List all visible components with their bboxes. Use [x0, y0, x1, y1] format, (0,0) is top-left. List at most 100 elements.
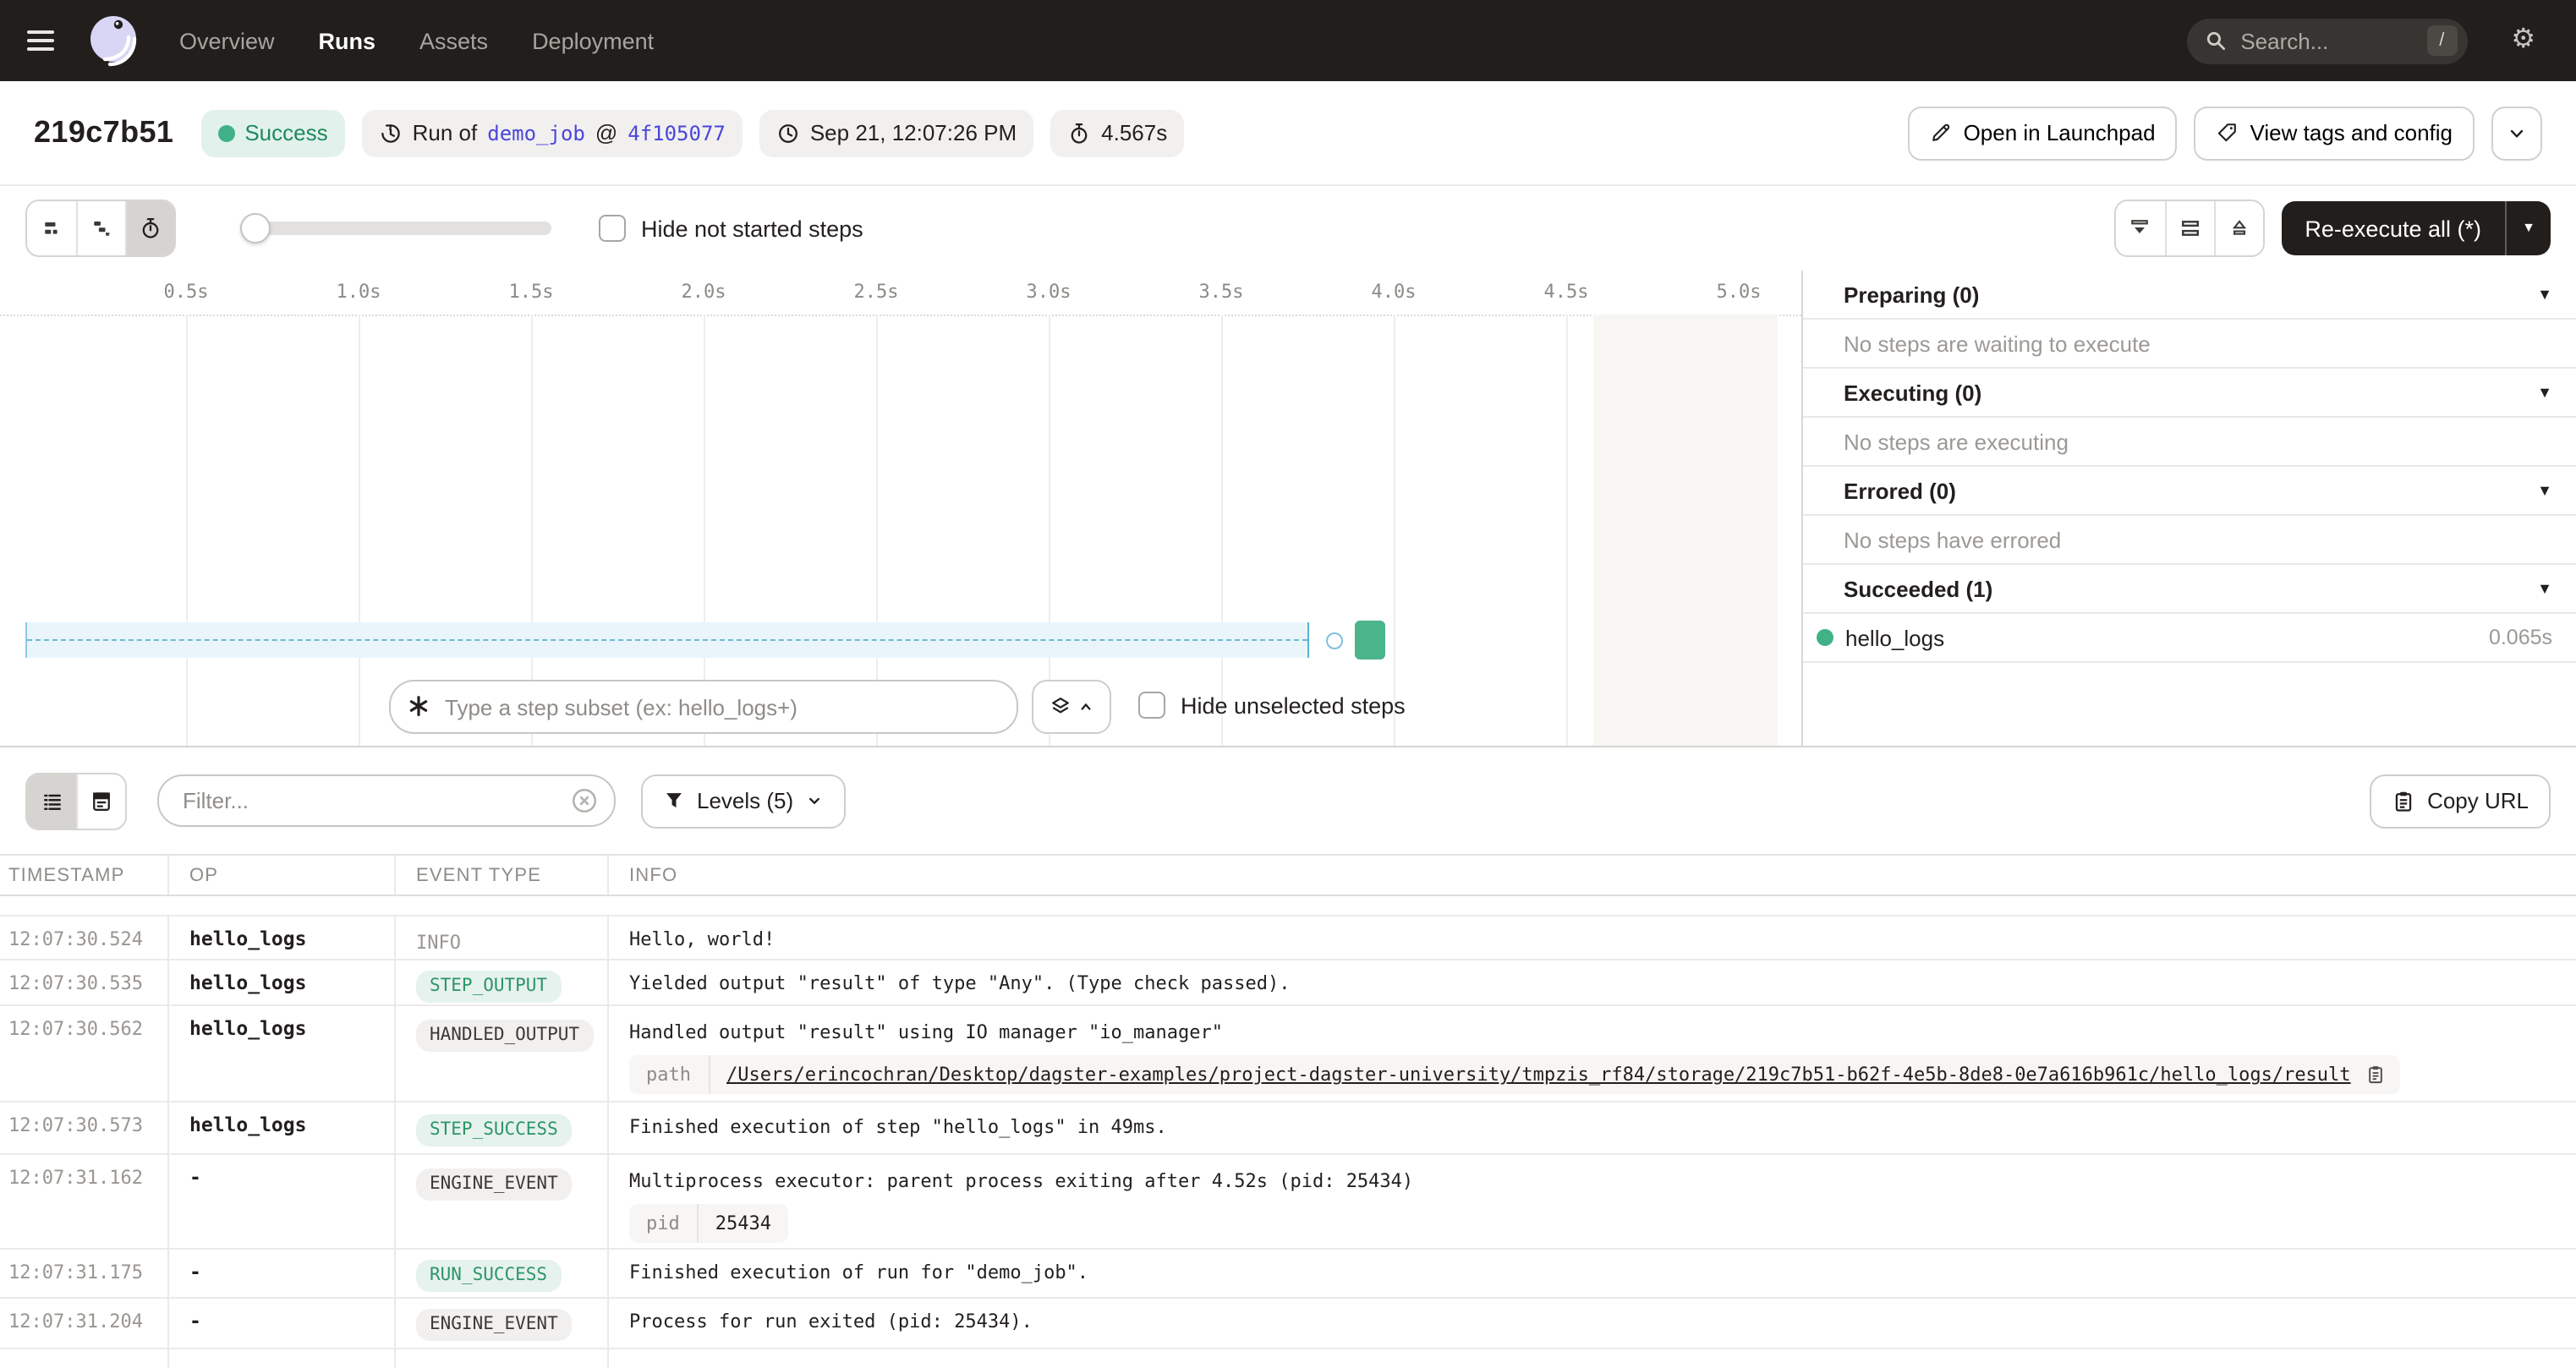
log-op[interactable]: hello_logs: [169, 960, 396, 1004]
copy-path-icon[interactable]: [2358, 1064, 2400, 1086]
log-row-partial: [0, 1349, 2576, 1368]
clock-icon: [776, 121, 800, 145]
step-status-panel: Preparing (0)▼ No steps are waiting to e…: [1801, 271, 2576, 746]
collapse-bottom-panel-icon[interactable]: [2115, 201, 2164, 255]
view-tags-config-button[interactable]: View tags and config: [2195, 106, 2475, 160]
search-input[interactable]: [2240, 28, 2426, 53]
header-more-actions-button[interactable]: [2491, 106, 2542, 160]
step-subset-row: Hide unselected steps: [0, 680, 1801, 734]
step-duration: 0.065s: [2489, 626, 2552, 649]
axis-tick: 5.0s: [1717, 281, 1762, 303]
log-row[interactable]: 12:07:30.524 hello_logs INFO Hello, worl…: [0, 917, 2576, 960]
log-row[interactable]: STEP_START Started execution of step "he…: [0, 896, 2576, 917]
hide-unselected-checkbox[interactable]: [1138, 692, 1165, 719]
open-in-launchpad-button[interactable]: Open in Launchpad: [1908, 106, 2178, 160]
step-subset-input[interactable]: [389, 680, 1018, 734]
graph-query-toggle-button[interactable]: [1032, 680, 1111, 734]
dagster-logo-icon[interactable]: [85, 12, 142, 69]
gantt-toolbar: Hide not started steps Re-execute all (*…: [0, 186, 2576, 271]
funnel-icon: [663, 790, 685, 812]
split-panels-icon[interactable]: [2164, 201, 2213, 255]
snapshot-link[interactable]: 4f105077: [628, 121, 726, 145]
metadata-path-link[interactable]: /Users/erincochran/Desktop/dagster-examp…: [710, 1055, 2358, 1094]
log-info: Yielded output "result" of type "Any". (…: [609, 960, 2576, 1004]
step-bar-hello-logs[interactable]: [1355, 621, 1385, 659]
log-timestamp: 12:07:30.562: [0, 1006, 169, 1101]
chevron-down-icon: [2507, 123, 2527, 143]
gear-icon[interactable]: ⚙: [2511, 27, 2535, 54]
log-row[interactable]: 12:07:31.175 - RUN_SUCCESS Finished exec…: [0, 1250, 2576, 1299]
metadata-key: path: [629, 1055, 710, 1094]
timed-view-icon[interactable]: [125, 201, 174, 255]
expand-bottom-panel-icon[interactable]: [2213, 201, 2262, 255]
log-op[interactable]: hello_logs: [169, 1103, 396, 1153]
hide-not-started-checkbox-row[interactable]: Hide not started steps: [599, 215, 863, 242]
copy-url-button[interactable]: Copy URL: [2370, 774, 2551, 828]
log-filter-input[interactable]: [157, 774, 616, 827]
log-row[interactable]: 12:07:30.535 hello_logs STEP_OUTPUT Yiel…: [0, 960, 2576, 1006]
zoom-slider[interactable]: [240, 213, 551, 244]
waterfall-view-icon[interactable]: [76, 201, 125, 255]
flat-view-icon[interactable]: [27, 201, 76, 255]
step-success-dot-icon: [1817, 629, 1833, 646]
history-icon: [379, 121, 403, 145]
reexecute-options-caret[interactable]: ▼: [2505, 201, 2551, 255]
event-type-badge: STEP_SUCCESS: [416, 1114, 572, 1146]
log-op[interactable]: -: [169, 1299, 396, 1348]
log-row[interactable]: 12:07:31.204 - ENGINE_EVENT Process for …: [0, 1299, 2576, 1349]
menu-icon[interactable]: [27, 19, 71, 63]
log-op[interactable]: hello_logs: [169, 1006, 396, 1101]
run-of-tag: Run of demo_job @ 4f105077: [362, 109, 743, 156]
axis-tick: 3.5s: [1199, 281, 1244, 303]
log-info: Handled output "result" using IO manager…: [629, 1021, 2576, 1043]
levels-dropdown-button[interactable]: Levels (5): [641, 774, 846, 828]
reexecute-all-button[interactable]: Re-execute all (*) ▼: [2281, 201, 2551, 255]
caret-down-icon: ▼: [2537, 580, 2552, 597]
panel-step-hello-logs[interactable]: hello_logs 0.065s: [1803, 614, 2576, 663]
log-op[interactable]: hello_logs: [169, 917, 396, 959]
panel-empty-preparing: No steps are waiting to execute: [1803, 320, 2576, 369]
event-type-badge: HANDLED_OUTPUT: [416, 1020, 593, 1052]
hide-unselected-label: Hide unselected steps: [1181, 692, 1406, 718]
log-timestamp: 12:07:31.175: [0, 1250, 169, 1297]
run-header: 219c7b51 Success Run of demo_job @ 4f105…: [0, 81, 2576, 186]
axis-tick: 3.0s: [1027, 281, 1072, 303]
nav-item-deployment[interactable]: Deployment: [532, 28, 654, 53]
gantt-section: 0.5s1.0s1.5s2.0s2.5s3.0s3.5s4.0s4.5s5.0s: [0, 271, 2576, 747]
metadata-entry: pid 25434: [629, 1204, 788, 1243]
caret-down-icon: ▼: [2537, 286, 2552, 303]
nav-item-runs[interactable]: Runs: [319, 28, 376, 53]
zoom-slider-knob[interactable]: [240, 213, 271, 244]
axis-tick: 2.5s: [854, 281, 899, 303]
log-filter: [157, 774, 616, 827]
metadata-entry: path /Users/erincochran/Desktop/dagster-…: [629, 1055, 2400, 1094]
nav-item-assets[interactable]: Assets: [419, 28, 488, 53]
panel-layout-group: [2113, 200, 2264, 257]
hide-unselected-checkbox-row[interactable]: Hide unselected steps: [1138, 692, 1406, 719]
axis-tick: 4.5s: [1544, 281, 1589, 303]
log-row[interactable]: 12:07:30.573 hello_logs STEP_SUCCESS Fin…: [0, 1103, 2576, 1155]
col-info: INFO: [609, 856, 2576, 895]
log-row[interactable]: 12:07:31.162 - ENGINE_EVENT Multiprocess…: [0, 1155, 2576, 1250]
stopwatch-icon: [1067, 121, 1091, 145]
log-info: Process for run exited (pid: 25434).: [609, 1299, 2576, 1348]
structured-log-view-icon[interactable]: [76, 774, 125, 828]
clear-filter-icon[interactable]: [570, 786, 599, 815]
duration-tag: 4.567s: [1050, 109, 1184, 156]
zoom-slider-track[interactable]: [240, 222, 551, 235]
panel-section-errored[interactable]: Errored (0)▼: [1803, 467, 2576, 516]
nav-item-overview[interactable]: Overview: [179, 28, 275, 53]
run-id-title: 219c7b51: [34, 115, 173, 150]
panel-section-succeeded[interactable]: Succeeded (1)▼: [1803, 565, 2576, 614]
step-start-marker[interactable]: [1326, 632, 1343, 649]
panel-section-executing[interactable]: Executing (0)▼: [1803, 369, 2576, 418]
log-op[interactable]: -: [169, 1250, 396, 1297]
panel-section-preparing[interactable]: Preparing (0)▼: [1803, 271, 2576, 320]
global-search[interactable]: /: [2186, 18, 2467, 63]
hide-not-started-checkbox[interactable]: [599, 215, 626, 242]
unstructured-log-view-icon[interactable]: [27, 774, 76, 828]
log-op[interactable]: -: [169, 1155, 396, 1248]
job-link[interactable]: demo_job: [487, 121, 585, 145]
log-row[interactable]: 12:07:30.562 hello_logs HANDLED_OUTPUT H…: [0, 1006, 2576, 1103]
gantt-chart[interactable]: 0.5s1.0s1.5s2.0s2.5s3.0s3.5s4.0s4.5s5.0s: [0, 271, 1801, 746]
